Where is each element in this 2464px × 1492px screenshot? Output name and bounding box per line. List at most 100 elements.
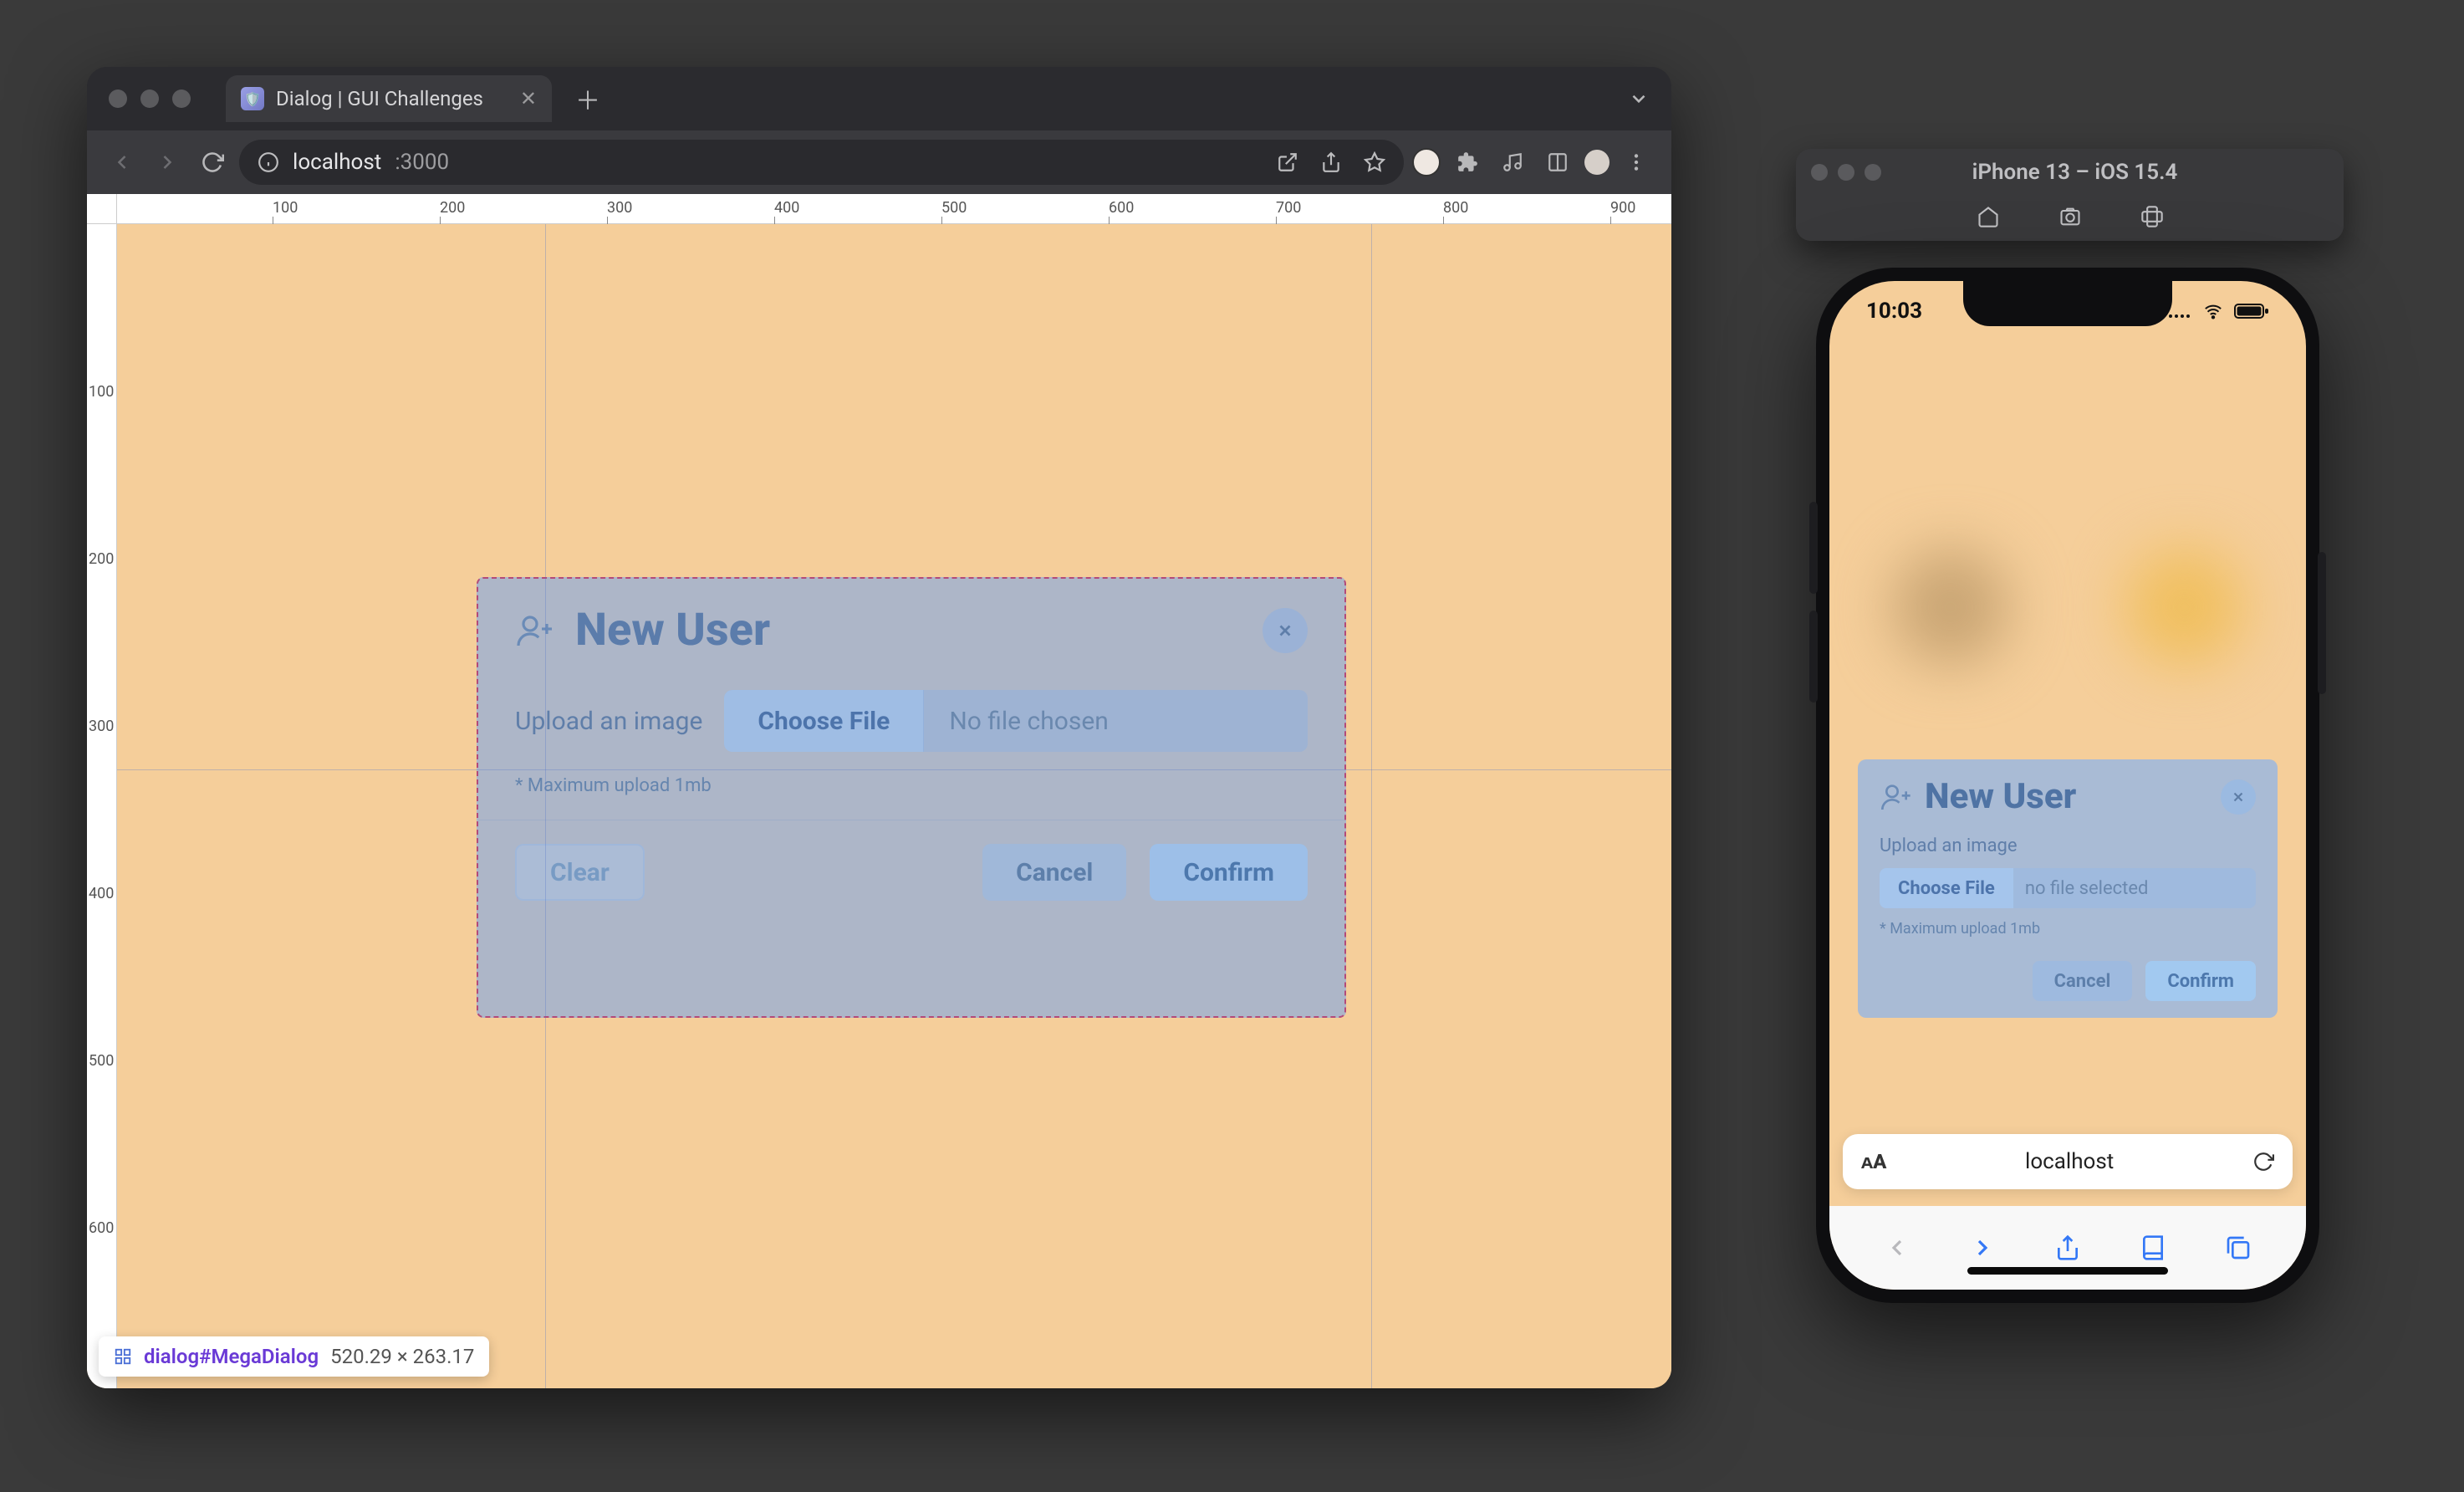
reader-aa-icon[interactable]: ᴀA [1861, 1150, 1886, 1174]
bookmarks-icon[interactable] [2140, 1234, 2166, 1261]
sim-rotate-icon[interactable] [2140, 205, 2164, 228]
file-input[interactable]: Choose File no file selected [1880, 868, 2256, 908]
tab-close-icon[interactable]: ✕ [520, 87, 537, 110]
url-host: localhost [293, 150, 381, 175]
clear-button[interactable]: Clear [515, 844, 645, 901]
devtools-selection-overlay: New User Upload an image Choose File No … [477, 577, 1346, 1018]
dialog-footer: Cancel Confirm [1858, 946, 2278, 1018]
cellular-icon [2167, 303, 2192, 319]
ruler-tick: 200 [440, 199, 465, 217]
ruler-horizontal: 100200300400500600700800900 [87, 194, 1671, 224]
site-info-icon[interactable] [258, 151, 279, 173]
upload-label: Upload an image [515, 707, 702, 736]
ruler-tick: 100 [273, 199, 298, 217]
devtools-element-chip[interactable]: dialog#MegaDialog 520.29 × 263.17 [99, 1336, 489, 1377]
ruler-tick: 400 [89, 885, 114, 902]
browser-toolbar: localhost :3000 [87, 130, 1671, 194]
volume-up-button[interactable] [1809, 502, 1818, 594]
new-tab-button[interactable]: ＋ [575, 80, 600, 117]
window-close-icon[interactable] [1811, 164, 1828, 181]
window-close-icon[interactable] [109, 89, 127, 108]
window-minimize-icon[interactable] [140, 89, 159, 108]
tabs-dropdown-icon[interactable] [1628, 88, 1650, 110]
extensions-icon[interactable] [1449, 144, 1486, 181]
inspector-selector: dialog#MegaDialog [144, 1345, 319, 1368]
safari-toolbar [1829, 1206, 2306, 1290]
window-zoom-icon[interactable] [172, 89, 191, 108]
tab-title: Dialog | GUI Challenges [276, 87, 483, 110]
dialog-title: New User [1925, 776, 2076, 817]
dialog-body: Upload an image Choose File No file chos… [478, 682, 1344, 808]
dialog-close-button[interactable] [1263, 608, 1308, 653]
cancel-button[interactable]: Cancel [2033, 961, 2133, 1001]
media-icon[interactable] [1494, 144, 1531, 181]
simulator-title: iPhone 13 – iOS 15.4 [1891, 160, 2258, 185]
upload-hint: * Maximum upload 1mb [515, 775, 1308, 796]
window-minimize-icon[interactable] [1838, 164, 1854, 181]
user-plus-icon [1880, 780, 1913, 814]
browser-tab[interactable]: 🛡️ Dialog | GUI Challenges ✕ [226, 75, 552, 122]
status-bar: 10:03 [1829, 293, 2306, 330]
choose-file-button[interactable]: Choose File [1880, 868, 2013, 908]
upload-hint: * Maximum upload 1mb [1880, 920, 2256, 938]
nav-reload-icon[interactable] [194, 144, 231, 181]
sidepanel-icon[interactable] [1539, 144, 1576, 181]
user-plus-icon [515, 611, 555, 651]
share-icon[interactable] [1320, 151, 1342, 173]
tabs-icon[interactable] [2225, 1234, 2252, 1261]
dialog-footer: Clear Cancel Confirm [478, 820, 1344, 926]
confirm-button[interactable]: Confirm [1150, 844, 1308, 901]
address-bar[interactable]: localhost :3000 [239, 140, 1404, 185]
new-user-dialog-mobile: New User Upload an image Choose File no … [1858, 759, 2278, 1018]
iphone-device-frame: 10:03 New User Upload an ima [1816, 268, 2319, 1303]
file-input[interactable]: Choose File No file chosen [724, 690, 1308, 752]
power-button[interactable] [2318, 552, 2326, 694]
confirm-button[interactable]: Confirm [2145, 961, 2256, 1001]
ruler-tick: 500 [89, 1052, 114, 1070]
ruler-tick: 300 [607, 199, 632, 217]
profile-avatar-icon[interactable] [1584, 150, 1610, 175]
sim-screenshot-icon[interactable] [2058, 205, 2082, 228]
window-traffic-lights [109, 89, 191, 108]
reload-icon[interactable] [2252, 1151, 2274, 1173]
url-path: :3000 [395, 150, 449, 175]
nav-forward-icon[interactable] [149, 144, 186, 181]
extension-1-icon[interactable] [1412, 148, 1441, 176]
browser-menu-icon[interactable] [1618, 144, 1655, 181]
open-external-icon[interactable] [1277, 151, 1298, 173]
file-status: no file selected [2013, 868, 2256, 908]
ruler-vertical: 100200300400500600 [87, 224, 117, 1388]
choose-file-button[interactable]: Choose File [724, 690, 924, 752]
home-indicator[interactable] [1967, 1267, 2168, 1275]
simulator-titlebar: iPhone 13 – iOS 15.4 [1796, 149, 2344, 241]
upload-row: Upload an image Choose File No file chos… [515, 690, 1308, 752]
safari-address-bar[interactable]: ᴀA localhost [1843, 1134, 2293, 1189]
ruler-tick: 100 [89, 383, 114, 401]
battery-icon [2234, 303, 2269, 319]
nav-back-icon[interactable] [1884, 1234, 1910, 1261]
iphone-screen: 10:03 New User Upload an ima [1829, 281, 2306, 1290]
volume-down-button[interactable] [1809, 611, 1818, 703]
ruler-tick: 200 [89, 550, 114, 568]
ruler-tick: 300 [89, 718, 114, 735]
devtools-guide-horizontal [117, 769, 1671, 770]
window-zoom-icon[interactable] [1865, 164, 1881, 181]
dialog-header: New User [478, 579, 1344, 682]
blur-blob-icon [1892, 549, 2009, 666]
nav-back-icon[interactable] [104, 144, 140, 181]
wifi-icon [2201, 302, 2226, 320]
cancel-button[interactable]: Cancel [982, 844, 1126, 901]
dialog-close-button[interactable] [2221, 779, 2256, 815]
page-content: New User Upload an image Choose File No … [117, 224, 1671, 1388]
share-icon[interactable] [2054, 1234, 2081, 1261]
dialog-header: New User [1858, 759, 2278, 830]
ruler-tick: 800 [1443, 199, 1468, 217]
simulator-traffic-lights [1811, 164, 1881, 181]
sim-home-icon[interactable] [1977, 205, 2000, 228]
ruler-tick: 900 [1610, 199, 1635, 217]
bookmark-star-icon[interactable] [1364, 151, 1385, 173]
ruler-tick: 400 [774, 199, 799, 217]
background-blur-blobs [1829, 549, 2306, 666]
nav-forward-icon[interactable] [1969, 1234, 1996, 1261]
dialog-body: Upload an image Choose File no file sele… [1858, 830, 2278, 946]
